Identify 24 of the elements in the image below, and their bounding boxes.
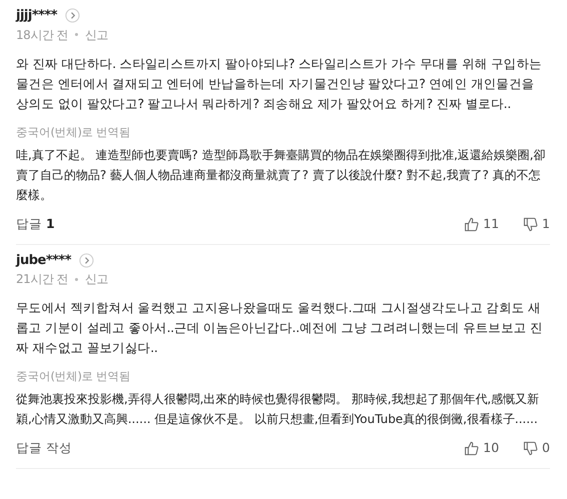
dislike-button[interactable]: 1 bbox=[523, 214, 550, 234]
reply-button[interactable]: 답글 작성 bbox=[16, 439, 72, 458]
username[interactable]: jjjj**** bbox=[16, 6, 58, 26]
thumbs-up-icon bbox=[464, 216, 480, 232]
separator-dot bbox=[75, 33, 78, 36]
chevron-circle-icon[interactable] bbox=[79, 252, 94, 268]
translated-text: 從舞池裏投來投影機,弄得人很鬱悶,出來的時候也覺得很鬱悶。 那時候,我想起了那個年代,感慨又新穎,心情又激動又高興...... 但是這傢伙不是。 以前只想畫,但看到YouTube真的很倒黴,很看樣子...... bbox=[16, 391, 540, 428]
translation-notice: 중국어(번체)로 번역됨 bbox=[16, 368, 132, 385]
comment-text: 무도에서 젝키합쳐서 울컥했고 고지용나왔을때도 울컥했다.그때 그시절생각도나고 감회도 새롭고 기분이 설레고 좋아서..근데 이놈은아닌갑다..예전에 그냥 그려려니했는데 유트브보고 진짜 재수없고 꼴보기싫다.. bbox=[16, 299, 544, 357]
translation-notice: 중국어(번체)로 번역됨 bbox=[16, 124, 132, 140]
timestamp: 18시간 전 bbox=[16, 26, 68, 44]
dislike-button[interactable]: 0 bbox=[523, 439, 550, 458]
thumbs-down-icon bbox=[523, 441, 538, 456]
timestamp: 21시간 전 bbox=[16, 271, 68, 288]
chevron-circle-icon[interactable] bbox=[65, 8, 80, 24]
comment-text: 와 진짜 대단하다. 스타일리스트까지 팔아야되냐? 스타일리스트가 가수 무대를 위해 구입하는 물건은 엔터에서 결재되고 엔터에 반납을하는데 자기물건인냥 팔았다고? 연예인 개인물건을 상의도 없이 팔았다고? 팔고나서 뭐라하게? 죄송해요 제가 팔았어요 하게? 진짜 별로다.. bbox=[16, 54, 543, 112]
like-button[interactable]: 11 bbox=[464, 214, 500, 234]
reply-button[interactable]: 답글 1 bbox=[16, 214, 55, 234]
thumbs-up-icon bbox=[464, 441, 480, 456]
translated-text: 哇,真了不起。 連造型師也要賣嗎? 造型師爲歌手舞臺購買的物品在娛樂圈得到批准,返還給娛樂圈,卻賣了自己的物品? 藝人個人物品連商量都沒商量就賣了? 賣了以後說什麼? 對不起,我賣了? 真的不怎麼樣。 bbox=[16, 146, 546, 204]
username[interactable]: jube**** bbox=[16, 250, 72, 270]
thumbs-down-icon bbox=[523, 216, 538, 232]
like-button[interactable]: 10 bbox=[464, 439, 500, 458]
separator-dot bbox=[75, 278, 78, 280]
